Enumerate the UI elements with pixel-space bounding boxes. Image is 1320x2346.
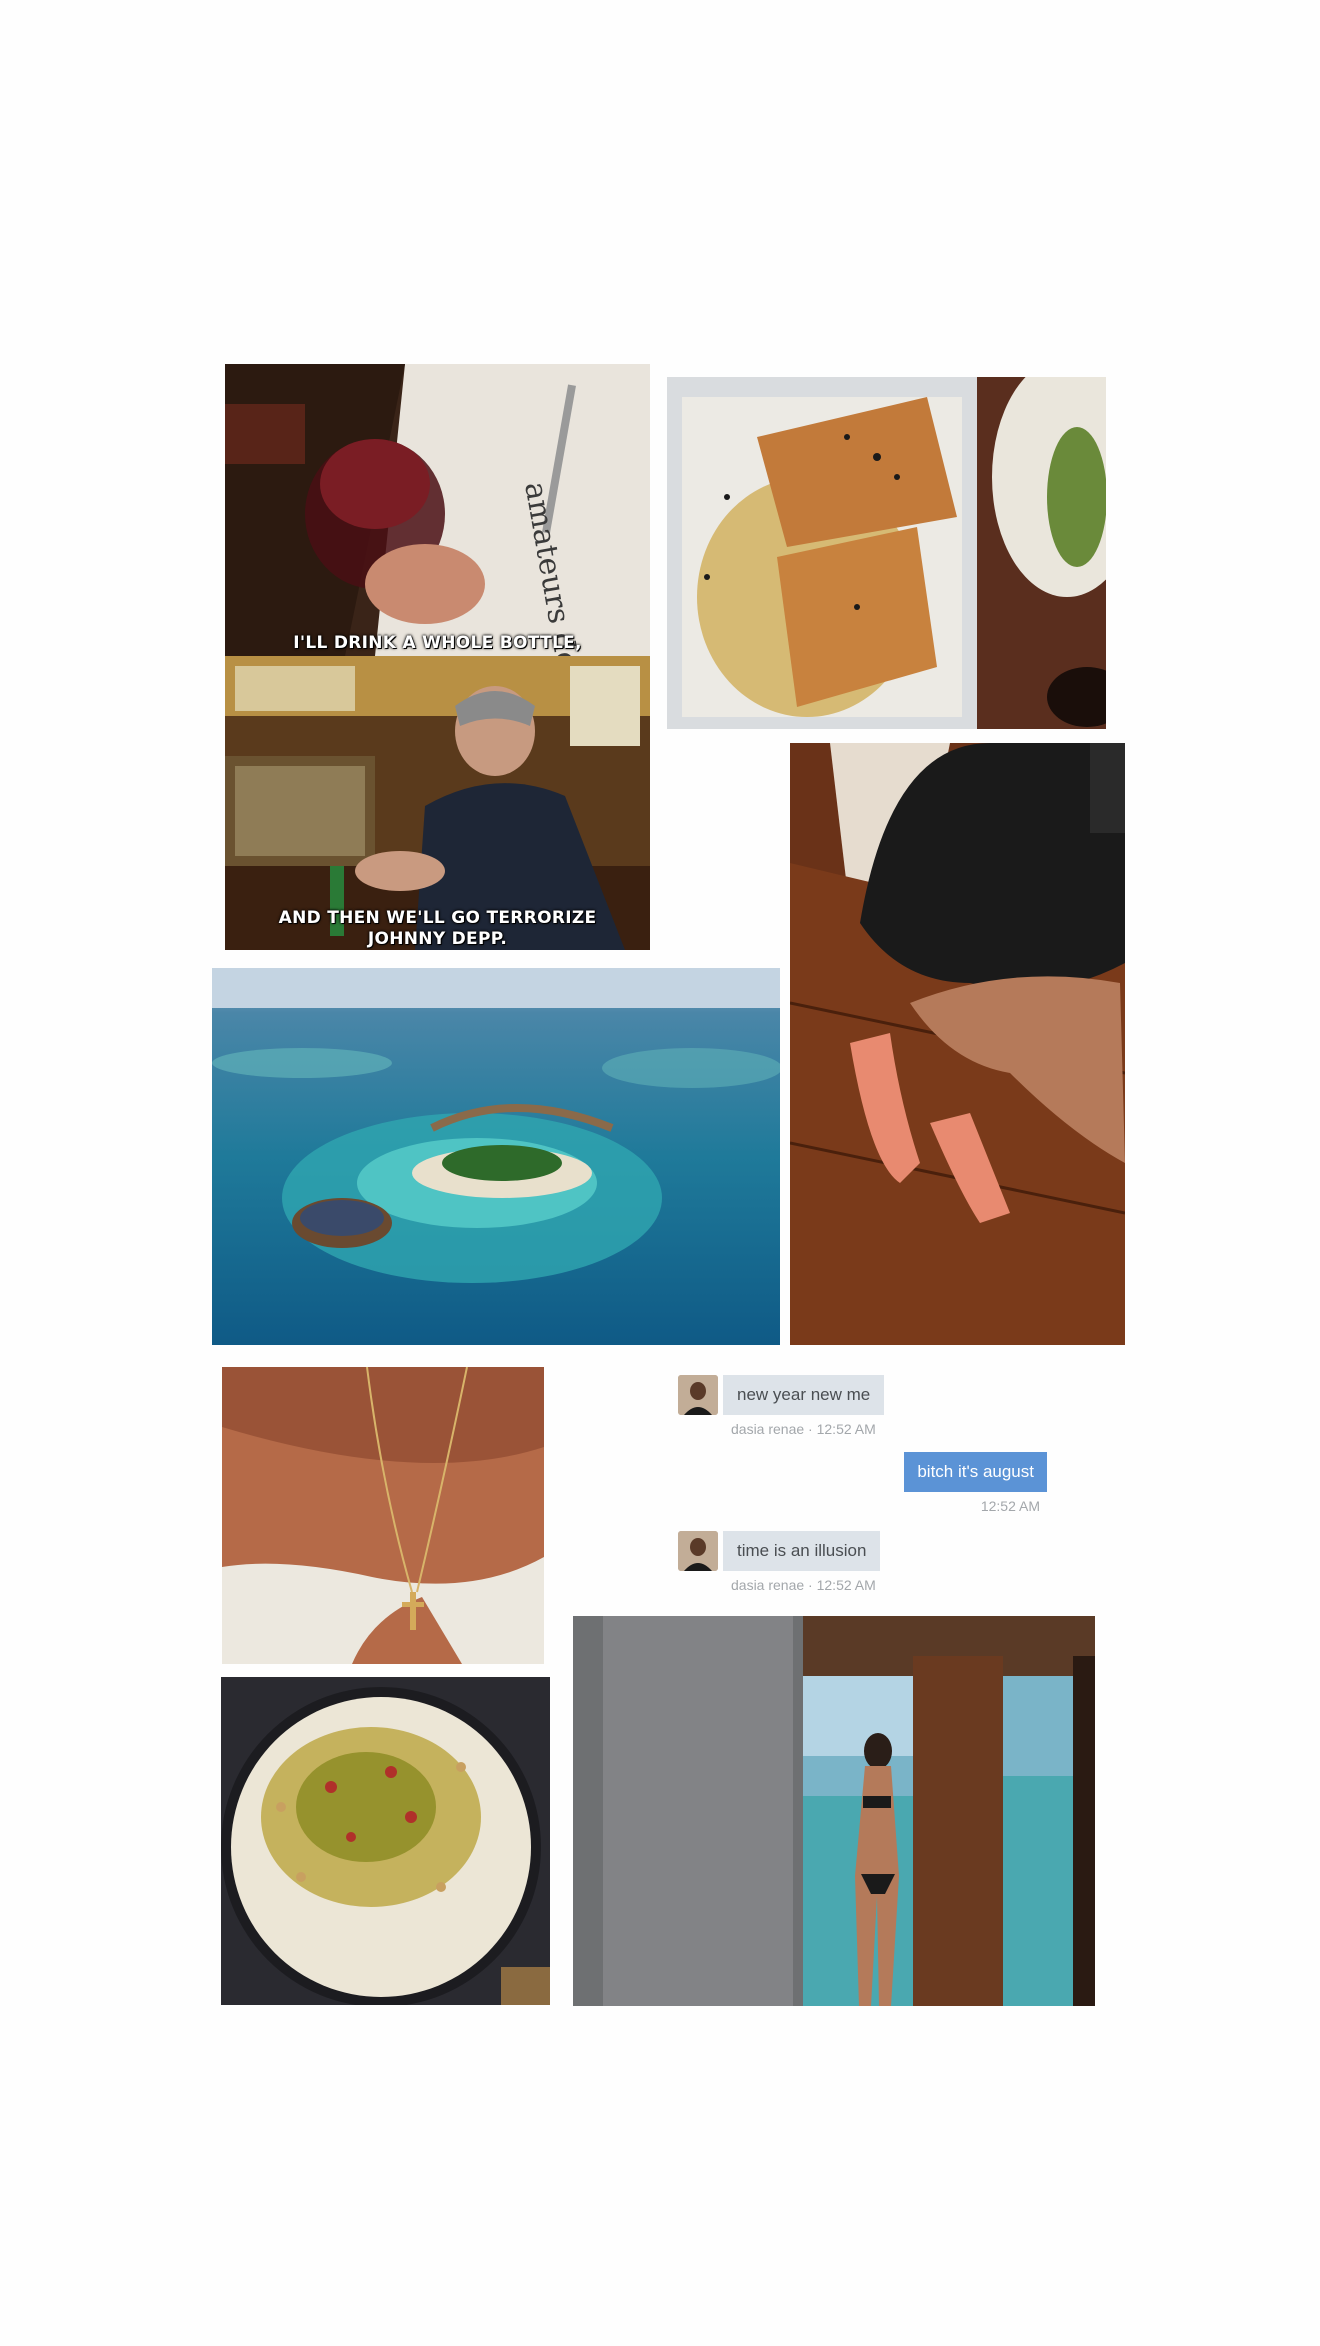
avatar-portrait-icon [678,1375,718,1415]
island-aerial-image [212,968,780,1345]
mezze-bowl-image [221,1677,550,2005]
photo-ocean-window [573,1616,1095,2006]
message-bubble[interactable]: new year new me [723,1375,885,1415]
message-meta: dasia renae · 12:52 AM [731,1421,876,1437]
photo-restaurant-man: AND THEN WE'LL GO TERRORIZE JOHNNY DEPP. [225,656,650,950]
message-bubble[interactable]: time is an illusion [723,1531,881,1571]
avatar-portrait-icon [678,1531,718,1571]
dinner-top-caption: I'LL DRINK A WHOLE BOTTLE, [293,633,582,653]
message-meta: 12:52 AM [980,1498,1040,1514]
restaurant-man-image [225,656,650,950]
ocean-window-image [573,1616,1095,2006]
pastry-plate-image [667,377,1106,729]
message-bubble[interactable]: bitch it's august [904,1452,1047,1492]
dinner-bottom-caption-line2: JOHNNY DEPP. [367,929,508,949]
photo-mezze-bowl [221,1677,550,2005]
photo-pastry-plate [667,377,1106,729]
sender-avatar[interactable] [678,1531,718,1571]
photo-necklace [222,1367,544,1664]
photo-heels [790,743,1125,1345]
photo-island-aerial [212,968,780,1345]
heels-image [790,743,1125,1345]
photo-dinner-wine-glass: amateurs de bo I'LL DRINK A WHOLE BOTTLE… [225,364,650,656]
message-meta: dasia renae · 12:52 AM [731,1577,876,1593]
dinner-bottom-caption-line1: AND THEN WE'LL GO TERRORIZE [278,908,597,928]
sender-avatar[interactable] [678,1375,718,1415]
dinner-bottom-caption: AND THEN WE'LL GO TERRORIZE JOHNNY DEPP. [225,908,650,950]
necklace-image [222,1367,544,1664]
dinner-wine-glass-image: amateurs de bo [225,364,650,656]
